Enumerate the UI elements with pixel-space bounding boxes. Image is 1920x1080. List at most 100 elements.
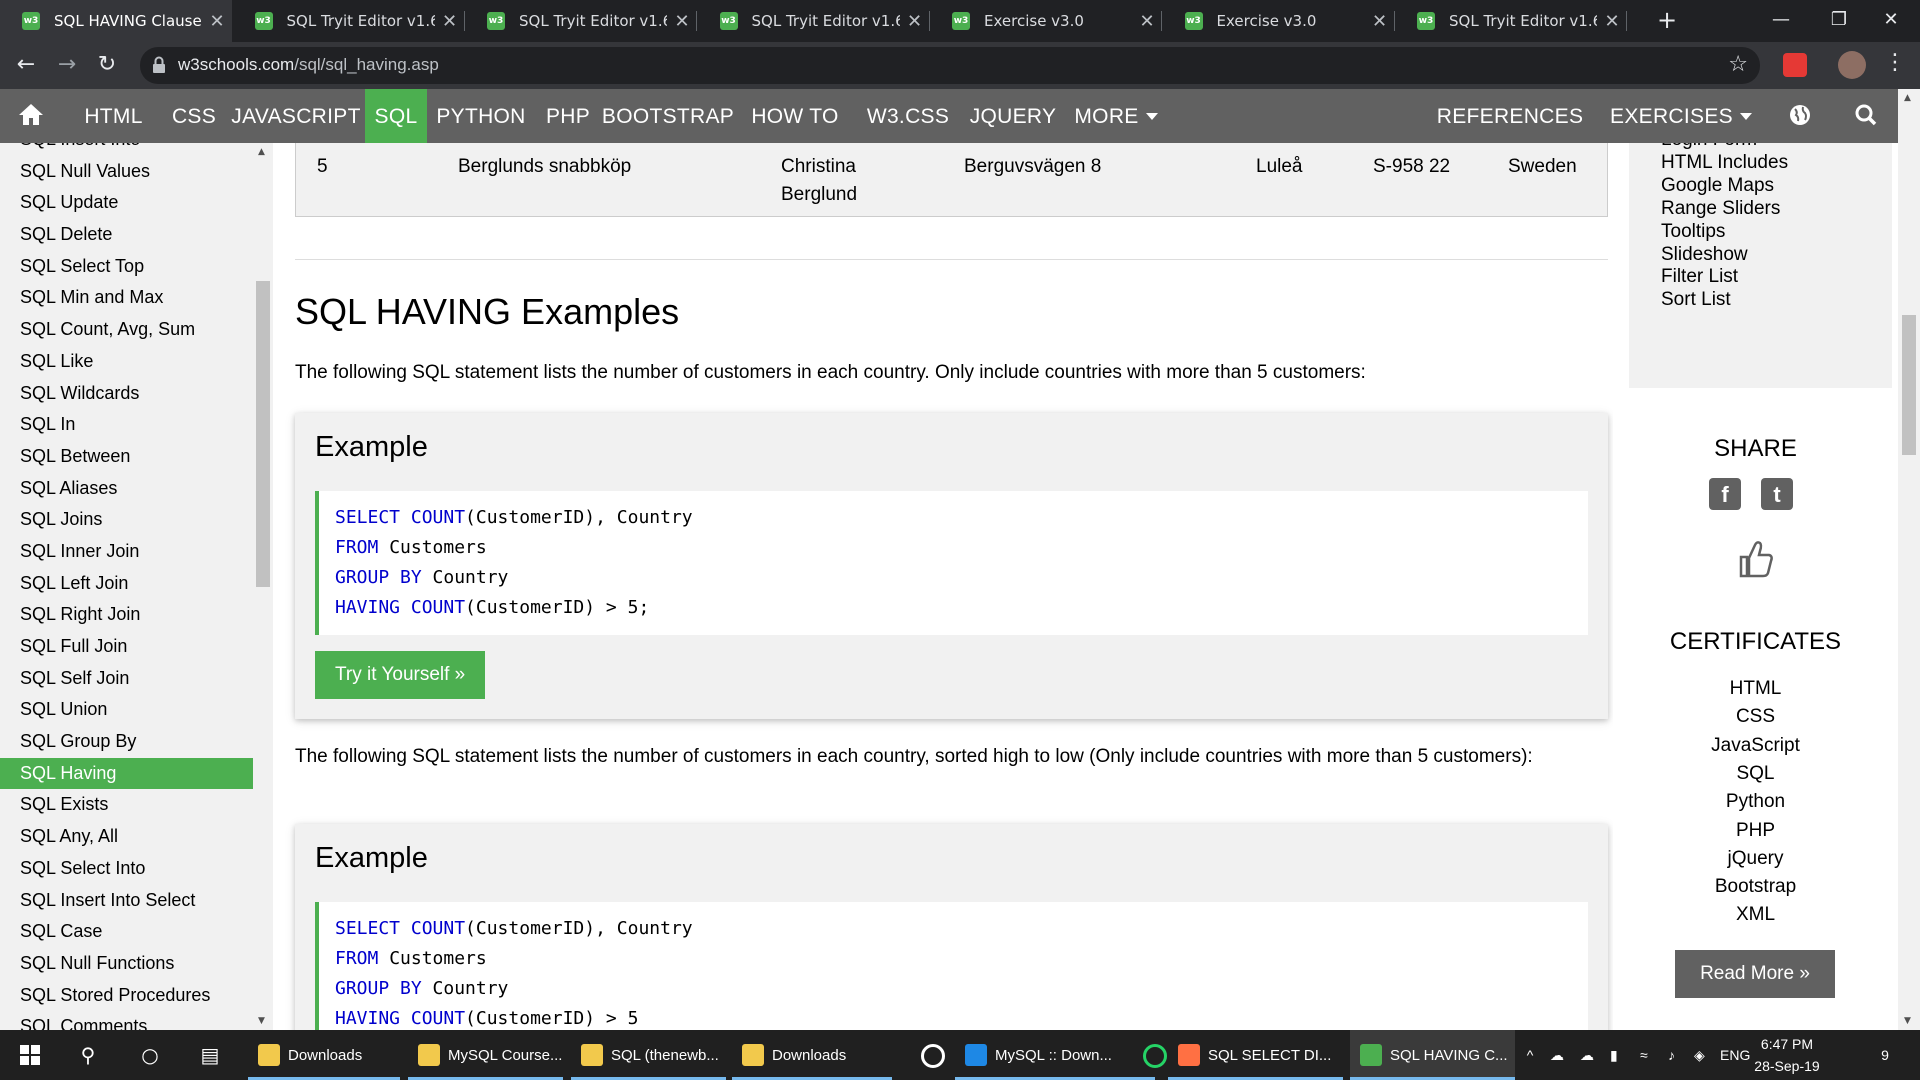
page-scrollbar[interactable]: ▲ ▼ — [1898, 89, 1920, 1030]
back-arrow-icon[interactable]: ← — [10, 50, 42, 82]
sidebar-item[interactable]: SQL Inner Join — [0, 536, 253, 568]
home-icon[interactable] — [0, 89, 62, 143]
task-view-icon[interactable]: ▤ — [190, 1030, 230, 1080]
extension-icon[interactable] — [1783, 53, 1807, 77]
certificate-link[interactable]: XML — [1613, 904, 1898, 926]
sidebar-item[interactable]: SQL Any, All — [0, 821, 253, 853]
nav-item-how-to[interactable]: HOW TO — [735, 89, 855, 143]
sidebar-item[interactable]: SQL Group By — [0, 726, 253, 758]
how-to-link[interactable]: HTML Includes — [1661, 152, 1788, 174]
certificate-link[interactable]: Bootstrap — [1613, 876, 1898, 898]
sidebar-item[interactable]: SQL Left Join — [0, 568, 253, 600]
sidebar-item[interactable]: SQL Self Join — [0, 663, 253, 695]
thumbs-up-icon[interactable] — [1737, 539, 1775, 583]
maximize-button[interactable]: ❐ — [1810, 0, 1868, 42]
close-tab-icon[interactable]: ✕ — [202, 11, 232, 32]
tray-expand-icon[interactable]: ^ — [1520, 1030, 1540, 1080]
sidebar-item[interactable]: SQL Like — [0, 346, 253, 378]
sidebar-item[interactable]: SQL In — [0, 409, 253, 441]
close-window-button[interactable]: ✕ — [1862, 0, 1920, 42]
certificate-link[interactable]: PHP — [1613, 820, 1898, 842]
nav-item-sql[interactable]: SQL — [365, 89, 427, 143]
menu-dots-icon[interactable]: ⋮ — [1884, 50, 1906, 75]
address-bar[interactable]: w3schools.com/sql/sql_having.asp ☆ — [140, 47, 1760, 84]
sidebar-scrollbar[interactable]: ▲ ▼ — [253, 143, 273, 1030]
volume-icon[interactable]: ♪ — [1668, 1030, 1688, 1080]
how-to-link[interactable]: Sort List — [1661, 289, 1731, 311]
close-tab-icon[interactable]: ✕ — [1597, 11, 1627, 32]
nav-item-w3-css[interactable]: W3.CSS — [855, 89, 961, 143]
sidebar-item[interactable]: SQL Case — [0, 916, 253, 948]
nav-item-css[interactable]: CSS — [161, 89, 227, 143]
read-more-button[interactable]: Read More » — [1675, 950, 1835, 998]
browser-tab[interactable]: w3 SQL Tryit Editor v1.6 ✕ — [698, 0, 930, 42]
sidebar-item[interactable]: SQL Update — [0, 187, 253, 219]
references-menu[interactable]: REFERENCES — [1430, 89, 1590, 176]
sidebar-item[interactable]: SQL Select Into — [0, 853, 253, 885]
nav-item-python[interactable]: PYTHON — [427, 89, 535, 143]
sidebar-item[interactable]: SQL Stored Procedures — [0, 980, 253, 1012]
sidebar-item[interactable]: SQL Having — [0, 757, 253, 790]
certificate-link[interactable]: HTML — [1613, 678, 1898, 700]
sidebar-item[interactable]: SQL Min and Max — [0, 282, 253, 314]
how-to-link[interactable]: Slideshow — [1661, 244, 1748, 266]
sidebar-item[interactable]: SQL Union — [0, 694, 253, 726]
taskbar-app[interactable]: SQL (thenewb... — [571, 1030, 726, 1080]
close-tab-icon[interactable]: ✕ — [435, 11, 465, 32]
browser-tab[interactable]: w3 Exercise v3.0 ✕ — [1163, 0, 1395, 42]
close-tab-icon[interactable]: ✕ — [1132, 11, 1162, 32]
windows-start-icon[interactable] — [10, 1030, 50, 1080]
how-to-link[interactable]: Range Sliders — [1661, 198, 1780, 220]
reload-icon[interactable]: ↻ — [91, 50, 123, 82]
notifications-icon[interactable]: 9 — [1870, 1030, 1900, 1080]
browser-tab[interactable]: w3 SQL Tryit Editor v1.6 ✕ — [465, 0, 697, 42]
sidebar-item[interactable]: SQL Null Values — [0, 156, 253, 188]
minimize-button[interactable]: — — [1752, 0, 1810, 42]
twitter-icon[interactable]: t — [1761, 478, 1793, 510]
sidebar-scrollbar-thumb[interactable] — [256, 281, 270, 587]
certificate-link[interactable]: jQuery — [1613, 848, 1898, 870]
close-tab-icon[interactable]: ✕ — [1365, 11, 1395, 32]
nav-item-php[interactable]: PHP — [535, 89, 601, 143]
whatsapp-icon[interactable] — [1140, 1030, 1170, 1080]
certificate-link[interactable]: Python — [1613, 791, 1898, 813]
sidebar-item[interactable]: SQL Null Functions — [0, 948, 253, 980]
clock[interactable]: 6:47 PM 28-Sep-19 — [1745, 1033, 1829, 1077]
how-to-link[interactable]: Tooltips — [1661, 221, 1725, 243]
browser-tab[interactable]: w3 SQL HAVING Clause ✕ — [0, 0, 232, 42]
taskbar-app[interactable]: Downloads — [732, 1030, 892, 1080]
nav-item-bootstrap[interactable]: BOOTSTRAP — [601, 89, 735, 143]
sidebar-item[interactable]: SQL Wildcards — [0, 378, 253, 410]
nav-item-html[interactable]: HTML — [66, 89, 161, 143]
forward-arrow-icon[interactable]: → — [51, 50, 83, 82]
profile-avatar[interactable] — [1838, 51, 1866, 79]
sidebar-item[interactable]: SQL Insert Into — [0, 143, 253, 156]
sidebar-item[interactable]: SQL Count, Avg, Sum — [0, 314, 253, 346]
try-it-yourself-button[interactable]: Try it Yourself » — [315, 651, 486, 699]
nav-item-more[interactable]: MORE — [1065, 89, 1167, 143]
search-icon[interactable] — [1840, 89, 1892, 143]
page-scrollbar-thumb[interactable] — [1902, 315, 1916, 455]
nav-item-jquery[interactable]: JQUERY — [961, 89, 1065, 143]
browser-tab[interactable]: w3 Exercise v3.0 ✕ — [930, 0, 1162, 42]
sidebar-item[interactable]: SQL Delete — [0, 219, 253, 251]
browser-tab[interactable]: w3 SQL Tryit Editor v1.6 ✕ — [1395, 0, 1627, 42]
sidebar-item[interactable]: SQL Joins — [0, 504, 253, 536]
exercises-menu[interactable]: EXERCISES — [1606, 89, 1756, 143]
sidebar-item[interactable]: SQL Select Top — [0, 251, 253, 283]
taskbar-app[interactable]: SQL HAVING C... — [1350, 1030, 1515, 1080]
browser-tab[interactable]: w3 SQL Tryit Editor v1.6 ✕ — [233, 0, 465, 42]
certificate-link[interactable]: SQL — [1613, 763, 1898, 785]
search-icon[interactable]: ⚲ — [68, 1030, 108, 1080]
cortana-icon[interactable]: ○ — [130, 1030, 170, 1080]
new-tab-button[interactable]: + — [1652, 6, 1682, 36]
bookmark-star-icon[interactable]: ☆ — [1728, 52, 1748, 77]
how-to-link[interactable]: Filter List — [1661, 266, 1738, 288]
facebook-icon[interactable]: f — [1709, 478, 1741, 510]
sidebar-item[interactable]: SQL Comments — [0, 1011, 253, 1030]
taskbar-app[interactable]: MySQL :: Down... — [955, 1030, 1155, 1080]
sidebar-item[interactable]: SQL Exists — [0, 789, 253, 821]
taskbar-app[interactable]: Downloads — [248, 1030, 400, 1080]
certificate-link[interactable]: JavaScript — [1613, 735, 1898, 757]
close-tab-icon[interactable]: ✕ — [900, 11, 930, 32]
